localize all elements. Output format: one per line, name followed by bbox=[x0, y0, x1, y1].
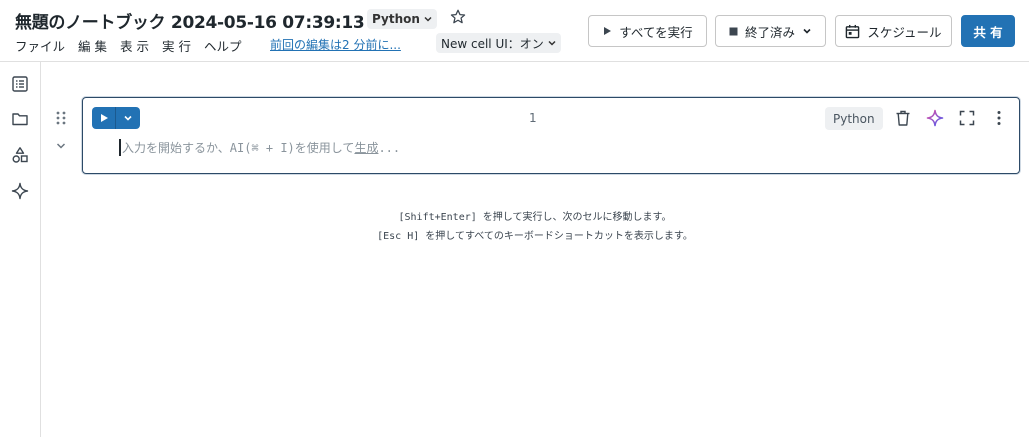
run-all-label: すべてを実行 bbox=[619, 24, 693, 40]
left-sidebar bbox=[0, 62, 41, 437]
placeholder-ellipsis: ... bbox=[378, 141, 401, 155]
run-options-button[interactable] bbox=[116, 107, 140, 129]
stop-square-icon bbox=[729, 27, 738, 35]
compute-status-label: 終了済み bbox=[744, 24, 795, 40]
compute-status-button[interactable]: 終了済み bbox=[715, 15, 826, 47]
shortcut-hint-run: [Shift+Enter] を押して実行し、次のセルに移動します。 bbox=[398, 212, 672, 223]
menu-view[interactable]: 表 示 bbox=[120, 36, 149, 55]
language-selector[interactable]: Python bbox=[367, 9, 437, 29]
play-icon bbox=[100, 114, 108, 122]
run-all-button[interactable]: すべてを実行 bbox=[588, 15, 707, 47]
cell-number: 1 bbox=[529, 111, 537, 125]
run-cell-split-button bbox=[92, 107, 140, 129]
chevron-down-icon bbox=[548, 40, 556, 46]
chevron-down-icon bbox=[803, 28, 811, 34]
cell-editor-placeholder[interactable]: 入力を開始するか、AI(⌘ + I)を使用して生成... bbox=[119, 139, 400, 156]
trash-icon[interactable] bbox=[894, 109, 912, 127]
ai-assistant-icon[interactable] bbox=[926, 109, 944, 127]
share-button[interactable]: 共 有 bbox=[961, 15, 1015, 47]
play-icon bbox=[604, 27, 612, 35]
cell-language-selector[interactable]: Python bbox=[825, 107, 883, 130]
schedule-label: スケジュール bbox=[867, 24, 942, 40]
language-label: Python bbox=[372, 12, 420, 26]
placeholder-text: 入力を開始するか、AI(⌘ + I)を使用して bbox=[122, 141, 355, 155]
menu-edit[interactable]: 編 集 bbox=[78, 36, 107, 55]
run-cell-button[interactable] bbox=[92, 107, 116, 129]
menu-run[interactable]: 実 行 bbox=[162, 36, 191, 55]
menu-file[interactable]: ファイル bbox=[15, 36, 65, 55]
generate-link[interactable]: 生成 bbox=[354, 141, 378, 155]
last-edit-link[interactable]: 前回の編集は2 分前に... bbox=[270, 36, 401, 53]
more-options-icon[interactable] bbox=[990, 109, 1008, 127]
expand-icon[interactable] bbox=[958, 109, 976, 127]
chevron-down-icon bbox=[124, 115, 132, 121]
menu-help[interactable]: ヘルプ bbox=[204, 36, 242, 55]
new-cell-ui-label: New cell UI：オン bbox=[441, 36, 544, 51]
table-of-contents-icon[interactable] bbox=[11, 75, 29, 93]
folder-icon[interactable] bbox=[11, 110, 29, 128]
chevron-down-icon bbox=[424, 16, 432, 22]
schedule-button[interactable]: スケジュール bbox=[835, 15, 952, 47]
shortcut-hint-keyboard: [Esc H] を押してすべてのキーボードショートカットを表示します。 bbox=[377, 231, 693, 242]
calendar-icon bbox=[846, 24, 860, 38]
collapse-chevron-icon[interactable] bbox=[54, 139, 68, 153]
new-cell-ui-toggle[interactable]: New cell UI：オン bbox=[436, 33, 561, 53]
star-icon[interactable] bbox=[449, 8, 467, 26]
menu-bar: ファイル 編 集 表 示 実 行 ヘルプ bbox=[15, 36, 254, 55]
notebook-header: 無題のノートブック 2024-05-16 07:39:13 Python ファイ… bbox=[0, 0, 1029, 62]
drag-handle-icon[interactable] bbox=[55, 110, 67, 126]
shapes-icon[interactable] bbox=[11, 146, 29, 164]
code-cell[interactable]: 1 Python 入力を開始するか、AI(⌘ + I)を使用して生成... bbox=[82, 97, 1020, 174]
notebook-title[interactable]: 無題のノートブック 2024-05-16 07:39:13 bbox=[15, 8, 365, 33]
sparkle-icon[interactable] bbox=[11, 182, 29, 200]
